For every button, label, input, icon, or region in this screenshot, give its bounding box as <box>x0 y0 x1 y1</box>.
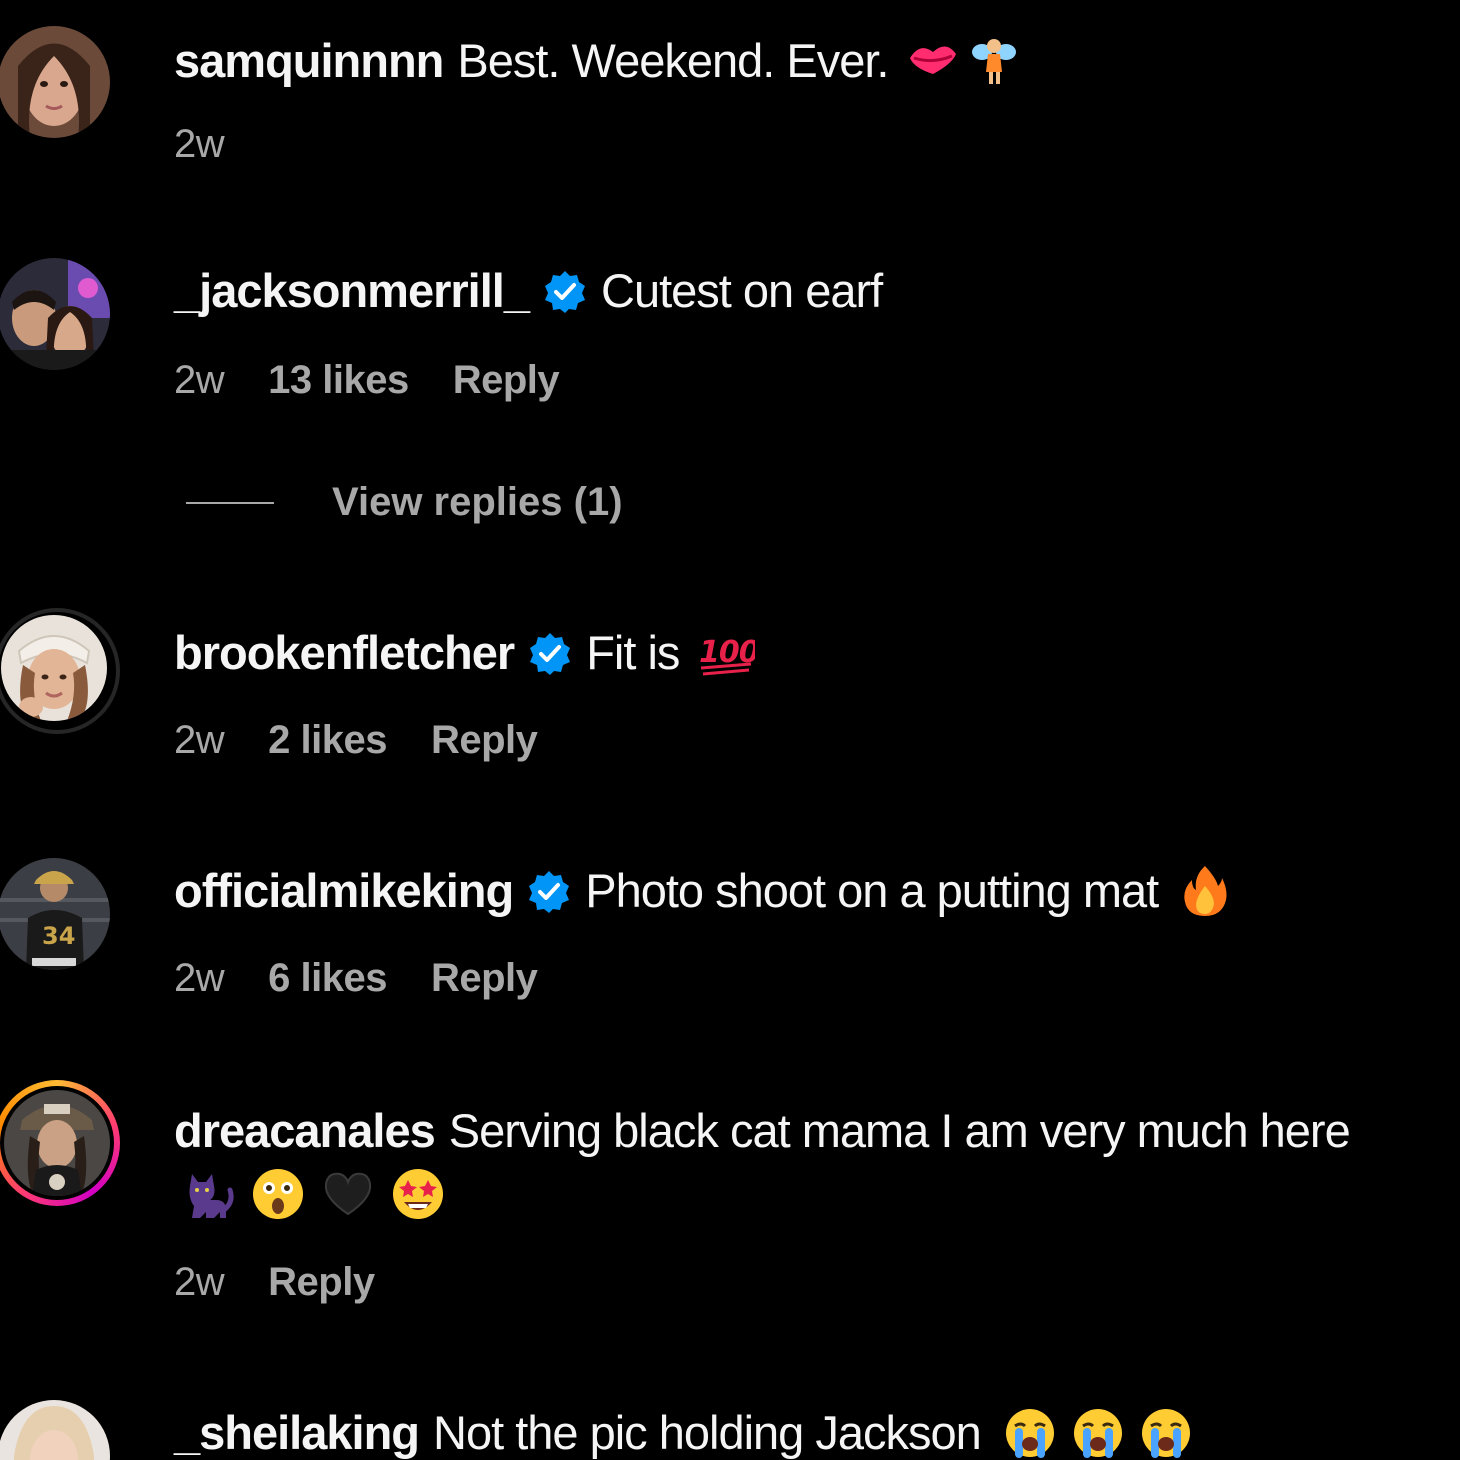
username-link[interactable]: _sheilaking <box>174 1404 420 1460</box>
comment-meta: 2w Reply <box>174 1260 375 1305</box>
black-cat-icon <box>180 1166 236 1222</box>
comment-line: _sheilaking Not the pic holding Jackson <box>174 1404 1193 1460</box>
comment-meta: 2w <box>174 122 225 167</box>
comment-line: brookenfletcher Fit is 100 <box>174 624 755 682</box>
timestamp[interactable]: 2w <box>174 718 225 763</box>
fairy-icon <box>972 34 1017 88</box>
reply-button[interactable]: Reply <box>431 956 538 1001</box>
astonished-face-icon <box>250 1166 306 1222</box>
verified-badge-icon <box>543 269 587 313</box>
comment-meta: 2w 6 likes Reply <box>174 956 538 1001</box>
comment-meta: 2w 13 likes Reply <box>174 358 560 403</box>
view-replies-button[interactable]: View replies (1) <box>186 480 623 525</box>
avatar[interactable] <box>1 615 107 721</box>
svg-text:34: 34 <box>42 922 75 950</box>
username-link[interactable]: officialmikeking <box>174 862 514 920</box>
reply-button[interactable]: Reply <box>453 358 560 403</box>
reply-button[interactable]: Reply <box>268 1260 375 1305</box>
comment-text: Not the pic holding Jackson <box>433 1406 982 1459</box>
username-link[interactable]: brookenfletcher <box>174 624 515 682</box>
timestamp[interactable]: 2w <box>174 358 225 403</box>
avatar[interactable]: 34 <box>0 858 110 970</box>
username-link[interactable]: samquinnnn <box>174 32 444 90</box>
comment-line: samquinnnn Best. Weekend. Ever. <box>174 32 1017 90</box>
comment-text: Serving black cat mama I am very much he… <box>448 1104 1351 1157</box>
loudly-crying-face-icon <box>1139 1406 1193 1460</box>
comment-line: _jacksonmerrill_ Cutest on earf <box>174 262 883 320</box>
loudly-crying-face-icon <box>1071 1406 1125 1460</box>
divider <box>186 501 274 504</box>
comment-text: Best. Weekend. Ever. <box>457 34 889 87</box>
avatar[interactable] <box>0 258 110 370</box>
comment-text: Photo shoot on a putting mat <box>585 864 1159 917</box>
likes-count[interactable]: 13 likes <box>268 358 409 403</box>
star-struck-icon <box>390 1166 446 1222</box>
view-replies-label: View replies (1) <box>332 480 623 524</box>
avatar[interactable] <box>0 26 110 138</box>
comments-panel: samquinnnn Best. Weekend. Ever. 2w _jack… <box>0 0 1460 1460</box>
emoji-row <box>180 1166 446 1222</box>
timestamp[interactable]: 2w <box>174 122 225 167</box>
avatar[interactable] <box>4 1090 110 1196</box>
username-link[interactable]: _jacksonmerrill_ <box>174 262 530 320</box>
username-link[interactable]: dreacanales <box>174 1102 436 1160</box>
comment-text: Fit is <box>586 626 680 679</box>
loudly-crying-face-icon <box>1003 1406 1057 1460</box>
likes-count[interactable]: 6 likes <box>268 956 387 1001</box>
kiss-mark-icon <box>906 34 960 88</box>
comment-line: officialmikeking Photo shoot on a puttin… <box>174 862 1228 920</box>
timestamp[interactable]: 2w <box>174 956 225 1001</box>
reply-button[interactable]: Reply <box>431 718 538 763</box>
black-heart-icon <box>320 1166 376 1222</box>
likes-count[interactable]: 2 likes <box>268 718 387 763</box>
fire-icon <box>1182 864 1228 918</box>
verified-badge-icon <box>528 631 572 675</box>
verified-badge-icon <box>527 869 571 913</box>
hundred-points-icon: 100 <box>697 626 755 680</box>
comment-meta: 2w 2 likes Reply <box>174 718 538 763</box>
comment-text: Cutest on earf <box>601 264 883 317</box>
comment-line: dreacanales Serving black cat mama I am … <box>174 1102 1351 1160</box>
timestamp[interactable]: 2w <box>174 1260 225 1305</box>
avatar[interactable] <box>0 1400 110 1460</box>
